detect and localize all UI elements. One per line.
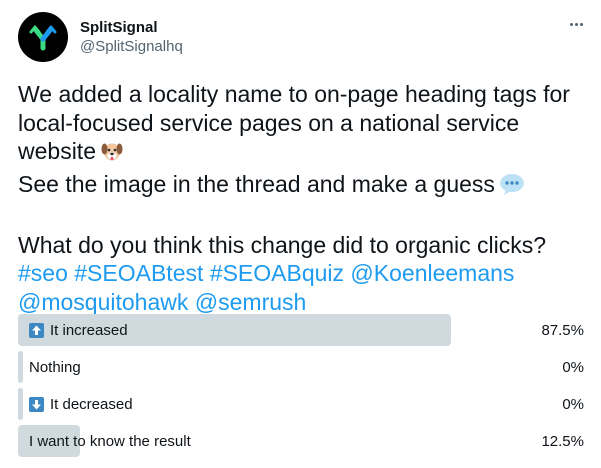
up-arrow-icon xyxy=(29,322,44,338)
poll-bar xyxy=(18,351,23,383)
poll-option-percent: 0% xyxy=(562,395,584,413)
hashtag-link[interactable]: #seo xyxy=(18,260,68,286)
mention-link[interactable]: @Koenleemans xyxy=(350,260,514,286)
tweet-text: We added a locality name to on-page head… xyxy=(18,80,593,316)
tweet-card: SplitSignal @SplitSignalhq We added a lo… xyxy=(0,0,601,468)
poll-option-label: I want to know the result xyxy=(29,432,191,450)
tweet-text-line: What do you think this change did to org… xyxy=(18,231,547,258)
poll-option-label: Nothing xyxy=(29,358,81,376)
author-handle[interactable]: @SplitSignalhq xyxy=(80,37,183,57)
mention-link[interactable]: @mosquitohawk xyxy=(18,289,188,315)
splitsignal-logo-icon xyxy=(29,25,57,51)
poll-option-percent: 0% xyxy=(562,358,584,376)
tweet-text-line: We added a locality name to on-page head… xyxy=(18,81,570,107)
tweet-text-line: website xyxy=(18,137,593,170)
poll-option-percent: 12.5% xyxy=(541,432,584,450)
down-arrow-icon xyxy=(29,396,44,412)
poll: It increased 87.5% Nothing 0% It decreas… xyxy=(18,314,586,462)
poll-bar xyxy=(18,388,23,420)
more-options-icon[interactable] xyxy=(564,14,588,34)
tweet-text-line: See the image in the thread and make a g… xyxy=(18,170,593,203)
tweet-text-line: local-focused service pages on a nationa… xyxy=(18,109,520,136)
hashtag-link[interactable]: #SEOABquiz xyxy=(210,260,344,286)
poll-option-label: It increased xyxy=(50,321,128,339)
speech-balloon-emoji xyxy=(499,172,525,203)
poll-option: Nothing 0% xyxy=(18,351,586,383)
poll-option-label: It decreased xyxy=(50,395,133,413)
hashtag-link[interactable]: #SEOABtest xyxy=(74,260,203,286)
poll-option: It decreased 0% xyxy=(18,388,586,420)
author-names: SplitSignal @SplitSignalhq xyxy=(80,19,183,57)
mention-line: @mosquitohawk @semrush xyxy=(18,288,593,317)
hashtag-line: #seo #SEOABtest #SEOABquiz @Koenleemans xyxy=(18,259,593,288)
poll-option: It increased 87.5% xyxy=(18,314,586,346)
poll-option: I want to know the result 12.5% xyxy=(18,425,586,457)
tweet-text-segment: See the image in the thread and make a g… xyxy=(18,170,495,197)
author-display-name[interactable]: SplitSignal xyxy=(80,19,183,37)
mention-link[interactable]: @semrush xyxy=(195,289,307,315)
tweet-header: SplitSignal @SplitSignalhq xyxy=(18,12,588,66)
tweet-text-segment: website xyxy=(18,138,96,164)
dog-face-emoji xyxy=(100,139,124,170)
poll-option-percent: 87.5% xyxy=(541,321,584,339)
avatar[interactable] xyxy=(18,12,68,62)
